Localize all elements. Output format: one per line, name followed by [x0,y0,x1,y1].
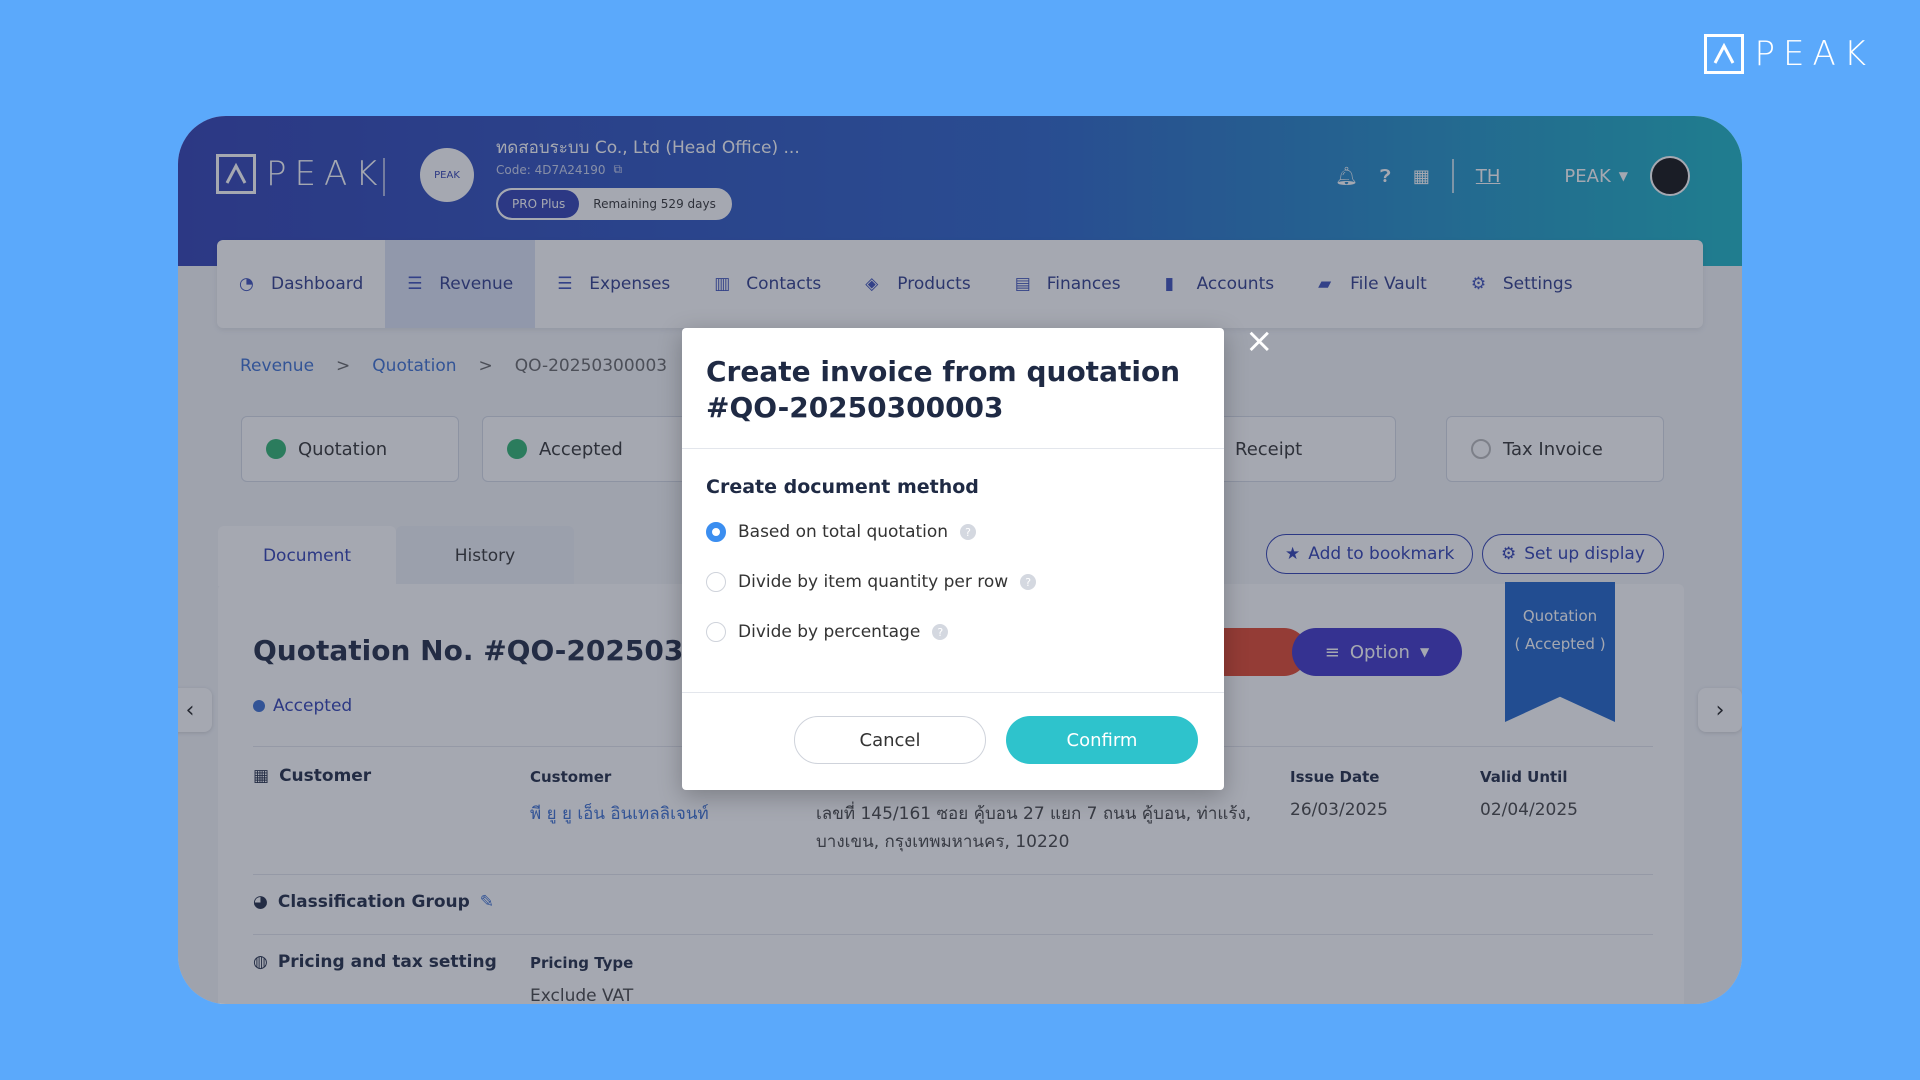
option-item-quantity[interactable]: Divide by item quantity per row ? [706,572,1037,592]
peak-brand-logo: PEAK [1704,34,1874,74]
option-percentage[interactable]: Divide by percentage ? [706,622,949,642]
confirm-button[interactable]: Confirm [1006,716,1198,764]
peak-logo-text: PEAK [1754,34,1874,74]
modal-footer-divider [682,692,1224,693]
help-icon[interactable]: ? [960,524,977,540]
radio-unchecked[interactable] [706,572,726,592]
create-invoice-modal: Create invoice from quotation #QO-202503… [682,328,1224,790]
help-icon[interactable]: ? [932,624,949,640]
option-total-quotation[interactable]: Based on total quotation ? [706,522,977,542]
help-icon[interactable]: ? [1020,574,1037,590]
close-icon[interactable]: × [1245,324,1274,358]
radio-checked[interactable] [706,522,726,542]
radio-unchecked[interactable] [706,622,726,642]
cancel-button[interactable]: Cancel [794,716,986,764]
peak-logo-icon [1704,34,1745,74]
modal-title: Create invoice from quotation #QO-202503… [682,328,1224,449]
modal-subtitle: Create document method [706,476,979,498]
